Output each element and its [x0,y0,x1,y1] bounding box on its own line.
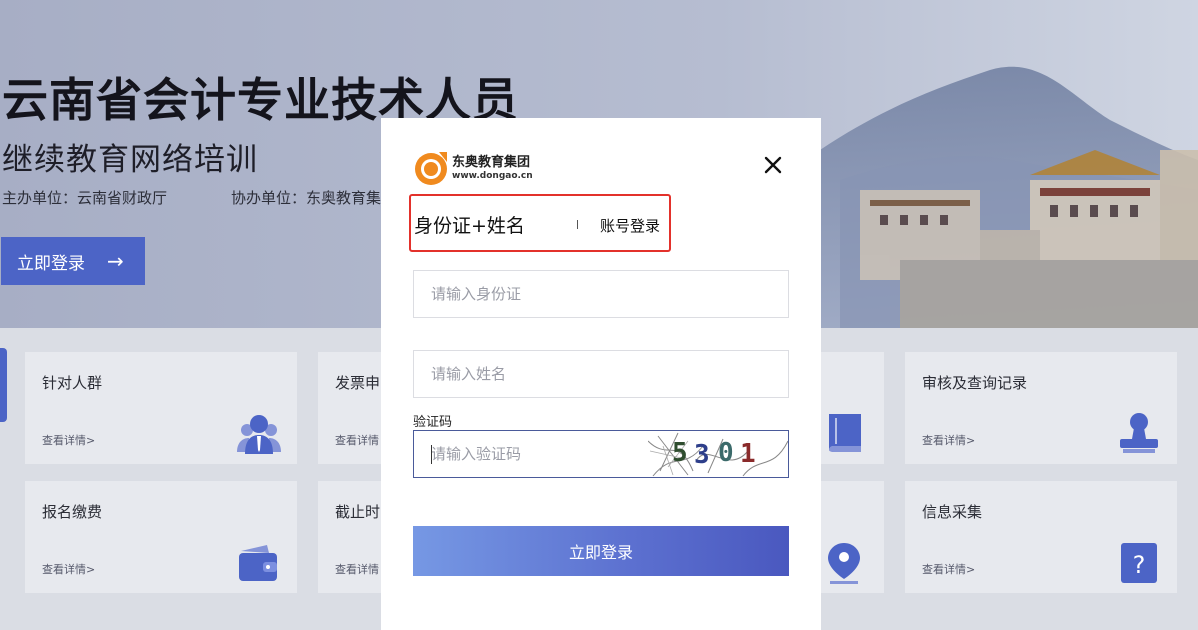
user-group-icon [237,415,281,454]
id-number-field [413,270,789,318]
organizer-text: 主办单位：云南省财政厅 [2,189,168,207]
dongao-logo-icon [415,152,447,185]
captcha-char: 5 [672,438,688,468]
captcha-input[interactable] [414,431,644,477]
captcha-label: 验证码 [413,415,453,430]
card-title: 发票申 [335,374,381,392]
submit-login-label: 立即登录 [568,543,633,562]
card-target-group[interactable]: 针对人群 查看详情> [25,352,297,464]
captcha-noise: 5 3 0 1 [648,432,788,477]
card-title: 审核及查询记录 [922,374,1028,392]
name-field [413,350,789,398]
co-organizer-text: 协办单位：东奥教育集 [231,189,382,207]
card-title: 截止时 [335,503,381,521]
hero-login-button[interactable]: 立即登录 → [1,237,145,285]
logo-url: www.dongao.cn [452,170,533,181]
captcha-char: 3 [694,440,710,470]
close-icon[interactable] [764,156,782,174]
location-pin-icon [828,543,860,584]
card-detail-link[interactable]: 查看详情 [335,561,379,577]
side-tab-indicator[interactable] [0,348,7,422]
tab-id-name-login[interactable]: 身份证+姓名 [414,211,525,238]
hero-subtitle: 继续教育网络培训 [2,142,258,178]
arrow-right-icon: → [107,249,124,273]
card-info-collection[interactable]: 信息采集 查看详情> ? [905,481,1177,593]
captcha-image[interactable]: 5 3 0 1 [648,431,788,477]
id-number-input[interactable] [414,271,788,317]
card-title: 针对人群 [42,374,103,392]
svg-text:?: ? [1133,551,1146,579]
logo-name: 东奥教育集团 [452,154,531,170]
book-icon [829,414,861,452]
card-title: 信息采集 [922,503,983,521]
captcha-field: 5 3 0 1 [413,430,789,478]
login-modal: 东奥教育集团 www.dongao.cn 身份证+姓名 账号登录 验证码 5 3… [381,118,821,630]
hero-login-label: 立即登录 [17,253,85,274]
card-detail-link[interactable]: 查看详情> [42,432,95,448]
card-detail-link[interactable]: 查看详情 [335,432,379,448]
text-caret [431,445,432,464]
card-detail-link[interactable]: 查看详情> [42,561,95,577]
card-title: 报名缴费 [42,503,103,521]
stamp-icon [1120,413,1158,453]
card-detail-link[interactable]: 查看详情> [922,432,975,448]
card-registration-payment[interactable]: 报名缴费 查看详情> [25,481,297,593]
wallet-icon [239,545,277,581]
brand-logo: 东奥教育集团 www.dongao.cn [413,150,533,186]
question-icon: ? [1121,543,1157,583]
name-input[interactable] [414,351,788,397]
captcha-char: 1 [740,439,756,469]
captcha-char: 0 [718,438,734,468]
card-detail-link[interactable]: 查看详情> [922,561,975,577]
submit-login-button[interactable]: 立即登录 [413,526,789,576]
tab-divider [577,220,578,229]
tab-account-login[interactable]: 账号登录 [600,215,660,236]
card-audit-records[interactable]: 审核及查询记录 查看详情> [905,352,1177,464]
